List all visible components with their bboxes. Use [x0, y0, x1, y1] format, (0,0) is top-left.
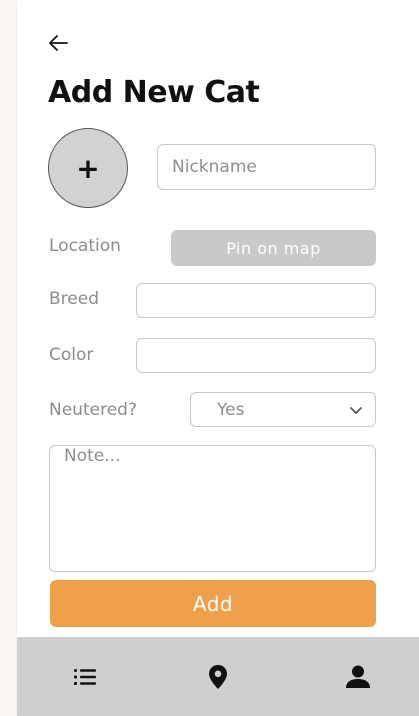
nickname-input[interactable] [157, 144, 376, 190]
page-title: Add New Cat [48, 75, 260, 110]
chevron-down-icon [350, 406, 362, 414]
plus-icon: + [76, 151, 100, 185]
note-textarea[interactable] [49, 445, 376, 572]
nav-item-list[interactable] [55, 637, 115, 716]
user-icon [346, 665, 370, 688]
nav-item-profile[interactable] [328, 637, 388, 716]
back-button[interactable] [47, 32, 73, 54]
breed-input[interactable] [136, 283, 376, 318]
neutered-label: Neutered? [49, 400, 137, 420]
color-input[interactable] [136, 338, 376, 373]
breed-label: Breed [49, 289, 99, 309]
pin-on-map-button[interactable]: Pin on map [171, 230, 376, 266]
color-label: Color [49, 345, 94, 365]
add-button[interactable]: Add [50, 580, 376, 627]
bottom-nav [17, 637, 419, 716]
neutered-select[interactable]: Yes [190, 392, 376, 427]
add-photo-button[interactable]: + [48, 128, 128, 208]
nav-item-map[interactable] [188, 637, 248, 716]
phone-screen: Add New Cat + Location Pin on map Breed … [17, 0, 419, 716]
location-label: Location [49, 236, 121, 256]
map-pin-icon [209, 664, 227, 689]
arrow-left-icon [49, 35, 68, 51]
list-icon [74, 668, 96, 685]
neutered-selected-value: Yes [217, 399, 245, 420]
